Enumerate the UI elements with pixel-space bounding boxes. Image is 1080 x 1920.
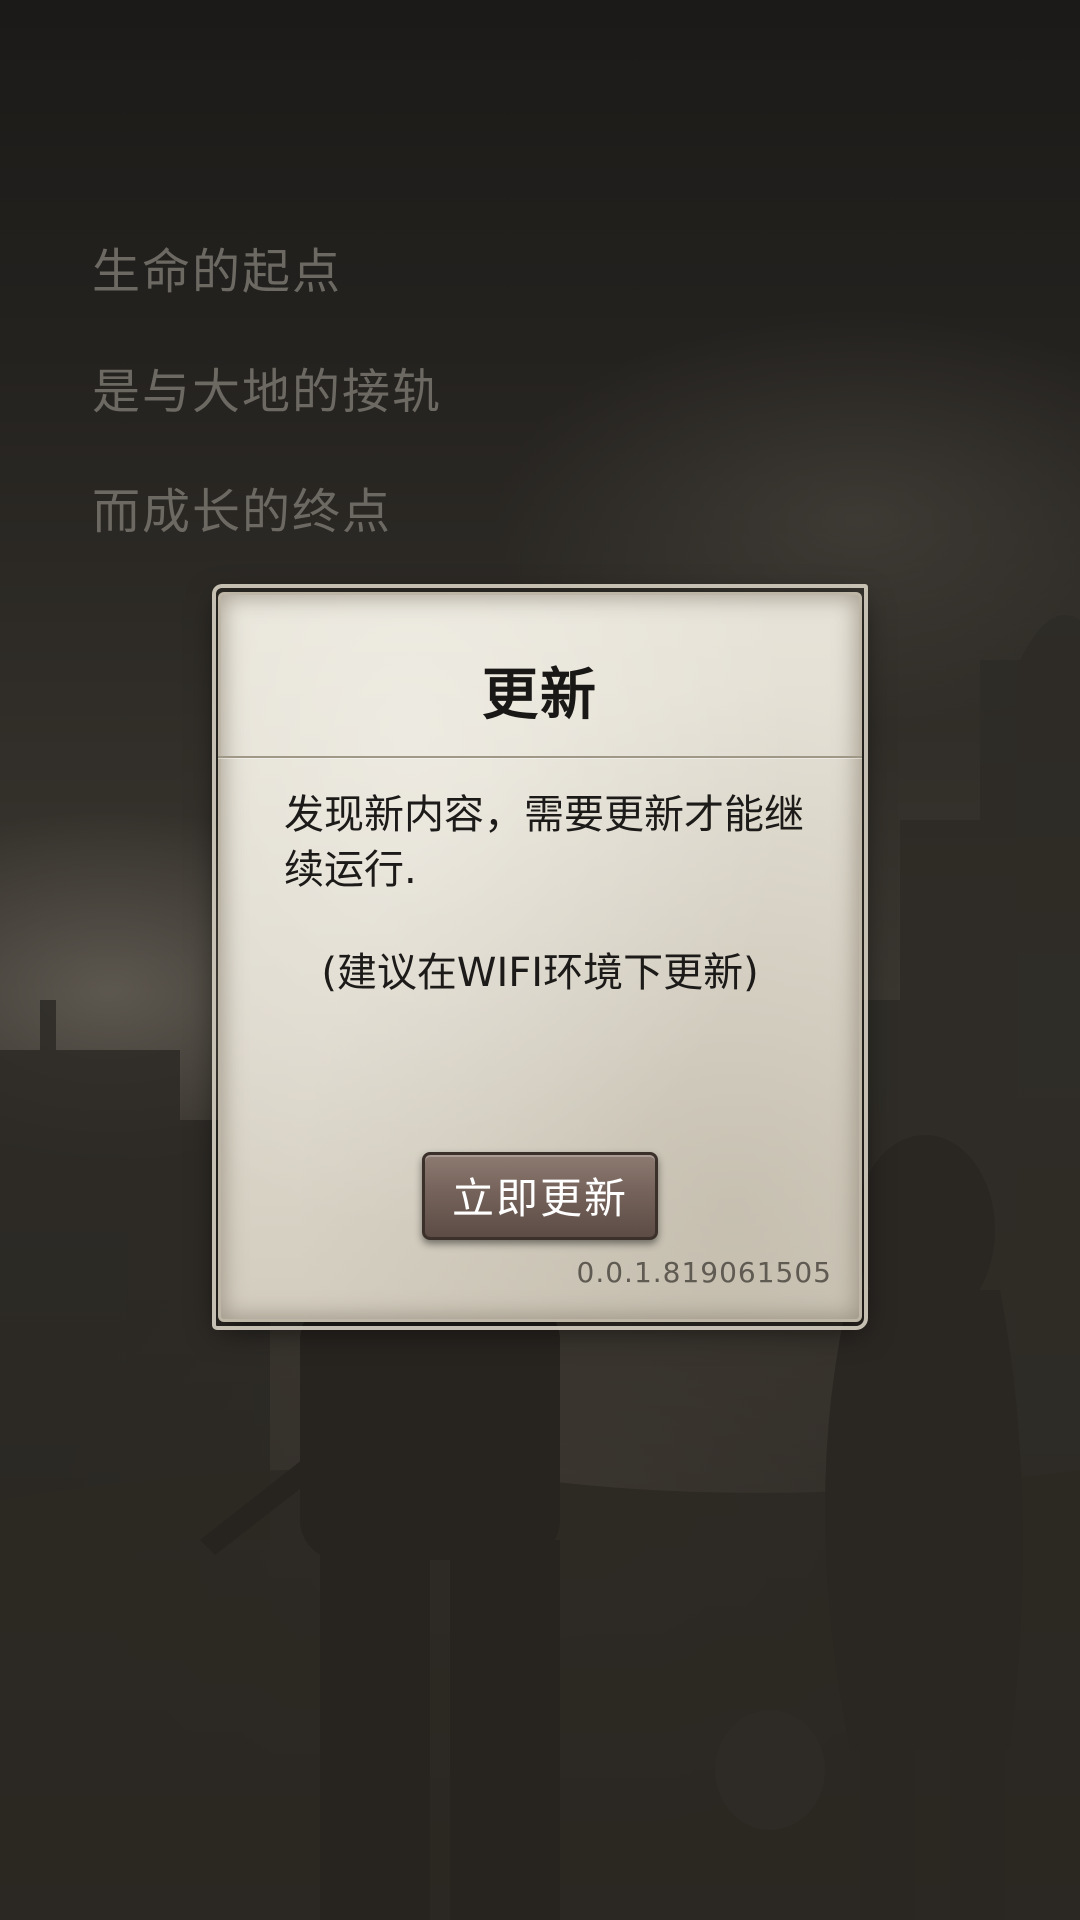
version-label: 0.0.1.819061505	[576, 1256, 832, 1289]
wifi-hint: (建议在WIFI环境下更新)	[321, 950, 759, 996]
intro-text-line-1: 生命的起点	[92, 244, 343, 300]
dialog-message: 发现新内容，需要更新才能继续运行.	[284, 792, 804, 893]
intro-text-line-3: 而成长的终点	[92, 484, 393, 540]
update-now-button[interactable]: 立即更新	[422, 1152, 658, 1240]
game-screen: 生命的起点 是与大地的接轨 而成长的终点 更新 发现新内容，需要更新才能继续运行…	[0, 0, 1080, 1920]
update-dialog: 更新 发现新内容，需要更新才能继续运行. (建议在WIFI环境下更新) 立即更新…	[212, 584, 868, 1330]
intro-text-line-2: 是与大地的接轨	[92, 364, 443, 420]
dialog-divider	[218, 756, 862, 758]
dialog-title: 更新	[482, 663, 598, 728]
